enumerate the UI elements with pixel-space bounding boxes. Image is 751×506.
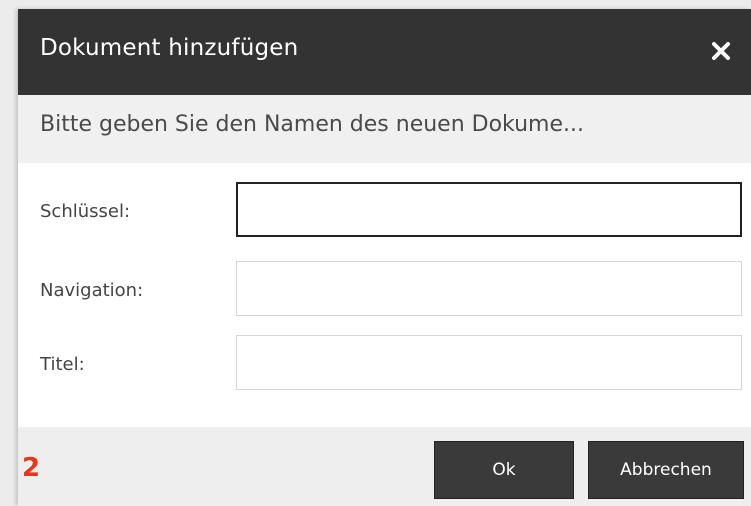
ok-button[interactable]: Ok [434, 441, 574, 499]
document-form: Schlüssel: Navigation: Titel: [18, 163, 751, 427]
navigation-input[interactable] [236, 261, 742, 316]
key-input[interactable] [236, 182, 742, 237]
instruction-bar: Bitte geben Sie den Namen des neuen Doku… [18, 95, 751, 163]
dialog-footer: Ok Abbrechen [18, 427, 751, 506]
dialog-title: Dokument hinzufügen [40, 35, 299, 61]
title-input[interactable] [236, 335, 742, 390]
title-label: Titel: [40, 354, 85, 375]
key-label: Schlüssel: [40, 201, 131, 222]
instruction-text: Bitte geben Sie den Namen des neuen Doku… [40, 112, 585, 137]
close-icon [712, 42, 730, 60]
cancel-button[interactable]: Abbrechen [588, 441, 744, 499]
navigation-label: Navigation: [40, 280, 144, 301]
step-number-marker: 2 [22, 453, 41, 483]
add-document-dialog: Dokument hinzufügen Bitte geben Sie den … [18, 9, 751, 506]
close-button[interactable] [707, 37, 735, 65]
dialog-titlebar: Dokument hinzufügen [18, 9, 751, 95]
